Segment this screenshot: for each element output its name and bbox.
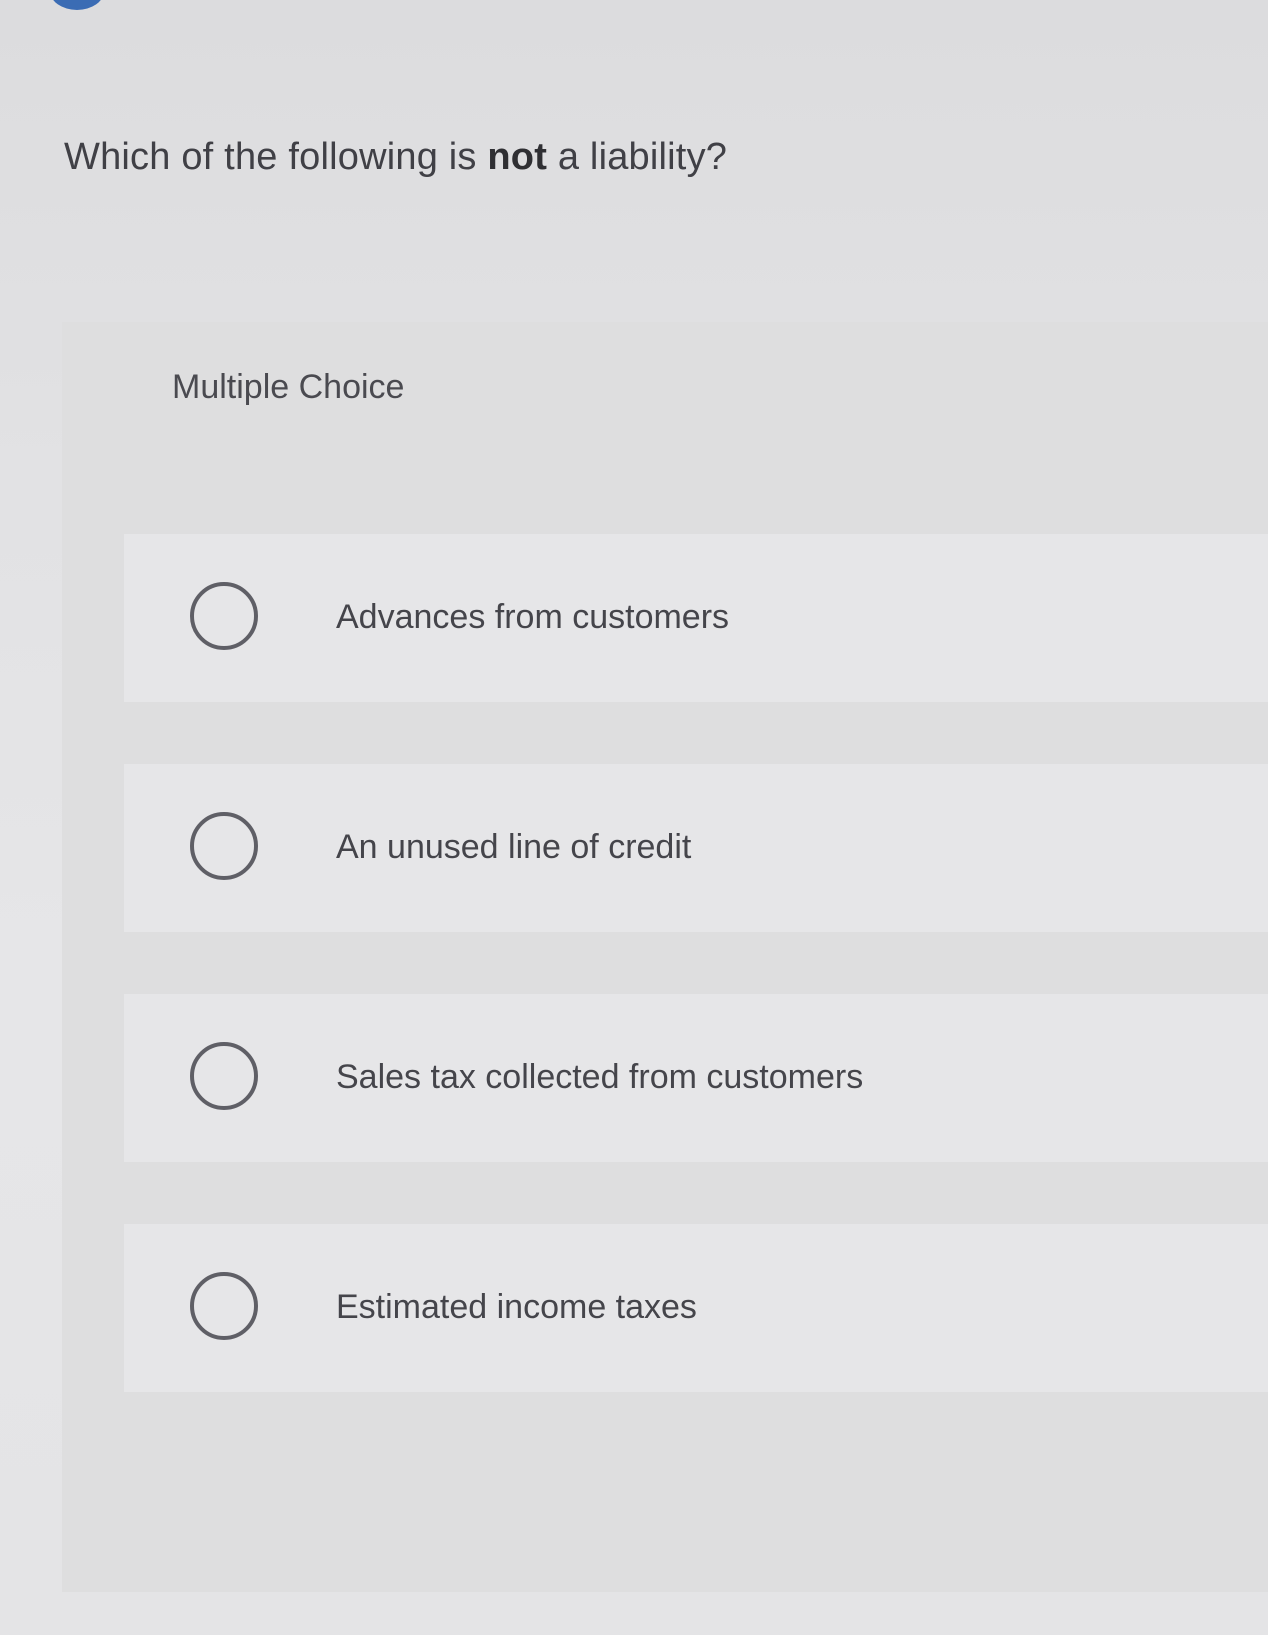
option-label: An unused line of credit bbox=[336, 828, 692, 866]
option-sales-tax-collected[interactable]: Sales tax collected from customers bbox=[124, 994, 1268, 1162]
option-label: Sales tax collected from customers bbox=[336, 1058, 864, 1096]
option-estimated-income-taxes[interactable]: Estimated income taxes bbox=[124, 1224, 1268, 1392]
radio-button-icon[interactable] bbox=[190, 812, 258, 880]
radio-button-icon[interactable] bbox=[190, 1042, 258, 1110]
question-prefix: Which of the following is bbox=[64, 136, 488, 178]
question-text: Which of the following is not a liabilit… bbox=[64, 136, 727, 179]
option-label: Estimated income taxes bbox=[336, 1288, 697, 1326]
panel-label: Multiple Choice bbox=[172, 368, 405, 406]
radio-button-icon[interactable] bbox=[190, 582, 258, 650]
option-advances-from-customers[interactable]: Advances from customers bbox=[124, 534, 1268, 702]
question-emphasis: not bbox=[487, 136, 548, 178]
option-unused-line-of-credit[interactable]: An unused line of credit bbox=[124, 764, 1268, 932]
multiple-choice-panel: Multiple Choice Advances from customers … bbox=[62, 322, 1268, 1592]
option-label: Advances from customers bbox=[336, 598, 730, 636]
radio-button-icon[interactable] bbox=[190, 1272, 258, 1340]
question-suffix: a liability? bbox=[547, 136, 728, 178]
top-badge-icon bbox=[50, 0, 104, 10]
